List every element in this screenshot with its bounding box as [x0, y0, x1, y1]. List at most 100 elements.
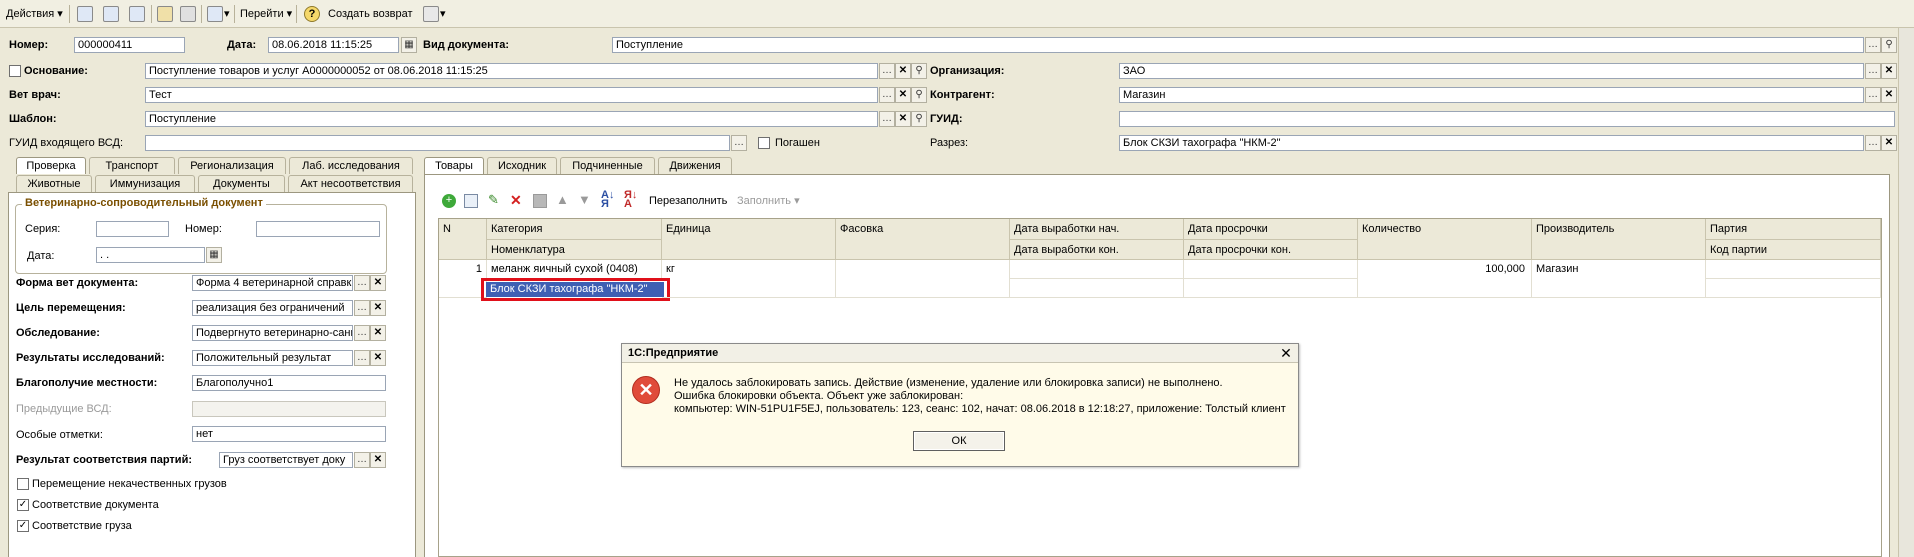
col-header-producer[interactable]: Производитель [1532, 219, 1706, 260]
structure-icon[interactable] [207, 6, 223, 22]
guid-field[interactable] [1119, 111, 1895, 127]
close-icon[interactable]: ✕ [1278, 345, 1294, 361]
match-clear-icon[interactable]: ✕ [370, 452, 386, 468]
form-select-button[interactable]: … [354, 275, 370, 291]
vet-select-button[interactable]: … [879, 87, 895, 103]
table-row-batch[interactable] [1706, 260, 1881, 279]
table-row-n[interactable]: 1 [439, 260, 487, 298]
template-clear-icon[interactable]: ✕ [895, 111, 911, 127]
move-up-icon[interactable]: ▲ [556, 192, 569, 208]
org-select-button[interactable]: … [1865, 63, 1881, 79]
table-row-quantity[interactable]: 100,000 [1358, 260, 1532, 298]
col-header-unit[interactable]: Единица [662, 219, 836, 260]
col-header-prod-date-start[interactable]: Дата выработки нач. [1010, 219, 1184, 240]
move-down-icon[interactable]: ▼ [578, 192, 591, 208]
table-row-packing[interactable] [836, 260, 1010, 298]
section-clear-icon[interactable]: ✕ [1881, 135, 1897, 151]
table-row-producer[interactable]: Магазин [1532, 260, 1706, 298]
goto-menu[interactable]: Перейти ▾ [240, 5, 292, 23]
sort-asc-icon[interactable]: A↓ Я [601, 190, 615, 210]
notes-field[interactable]: нет [192, 426, 386, 442]
number-field[interactable]: 000000411 [74, 37, 185, 53]
refill-button[interactable]: Перезаполнить [649, 194, 727, 208]
delete-icon[interactable]: ✕ [510, 192, 524, 208]
inspection-select-button[interactable]: … [354, 325, 370, 341]
col-header-n[interactable]: N [439, 219, 487, 260]
purpose-field[interactable]: реализация без ограничений [192, 300, 353, 316]
save-icon[interactable] [77, 6, 93, 22]
bad-cargo-checkbox[interactable] [17, 478, 29, 490]
basis-search-icon[interactable]: ⚲ [911, 63, 927, 79]
table-row-expiry-date[interactable] [1184, 260, 1358, 279]
tab-regionalization[interactable]: Регионализация [178, 157, 286, 174]
basis-checkbox[interactable] [9, 65, 21, 77]
structure-dropdown-icon[interactable]: ▾ [224, 5, 230, 23]
print-icon[interactable] [423, 6, 439, 22]
table-row-prod-date-start[interactable] [1010, 260, 1184, 279]
results-select-button[interactable]: … [354, 350, 370, 366]
doc-type-search-icon[interactable]: ⚲ [1881, 37, 1897, 53]
window-scrollbar[interactable] [1898, 28, 1914, 557]
col-header-expiry-date[interactable]: Дата просрочки [1184, 219, 1358, 240]
tab-transport[interactable]: Транспорт [89, 157, 175, 174]
print-dropdown-icon[interactable]: ▾ [440, 5, 446, 23]
doc-match-checkbox[interactable]: ✓ [17, 499, 29, 511]
col-header-nomenclature[interactable]: Номенклатура [487, 240, 662, 260]
tab-check[interactable]: Проверка [16, 157, 86, 174]
basis-select-button[interactable]: … [879, 63, 895, 79]
cargo-match-checkbox[interactable]: ✓ [17, 520, 29, 532]
redeemed-checkbox[interactable] [758, 137, 770, 149]
add-icon[interactable]: + [442, 194, 456, 208]
guid-in-select-button[interactable]: … [731, 135, 747, 151]
post-icon[interactable] [157, 6, 173, 22]
date-field[interactable]: 08.06.2018 11:15:25 [268, 37, 399, 53]
actions-menu[interactable]: Действия ▾ [6, 5, 63, 23]
inspection-clear-icon[interactable]: ✕ [370, 325, 386, 341]
col-header-category[interactable]: Категория [487, 219, 662, 240]
help-icon[interactable]: ? [304, 6, 320, 22]
template-search-icon[interactable]: ⚲ [911, 111, 927, 127]
table-row-category[interactable]: меланж яичный сухой (0408) [487, 260, 662, 279]
tab-nonconformity-act[interactable]: Акт несоответствия [288, 175, 413, 192]
col-header-quantity[interactable]: Количество [1358, 219, 1532, 260]
org-clear-icon[interactable]: ✕ [1881, 63, 1897, 79]
calendar-icon[interactable]: ▦ [401, 37, 417, 53]
vsd-number-field[interactable] [256, 221, 380, 237]
inspection-field[interactable]: Подвергнуто ветеринарно-сани [192, 325, 353, 341]
table-row-unit[interactable]: кг [662, 260, 836, 298]
series-field[interactable] [96, 221, 169, 237]
guid-in-field[interactable] [145, 135, 730, 151]
doc-type-field[interactable]: Поступление [612, 37, 1864, 53]
vsd-date-field[interactable]: . . [96, 247, 205, 263]
locality-field[interactable]: Благополучно1 [192, 375, 386, 391]
col-header-batch[interactable]: Партия [1706, 219, 1881, 240]
results-field[interactable]: Положительный результат [192, 350, 353, 366]
table-row-prod-date-end[interactable] [1010, 279, 1184, 298]
table-row-batch-code[interactable] [1706, 279, 1881, 298]
edit-icon[interactable]: ✎ [488, 192, 502, 208]
match-field[interactable]: Груз соответствует доку [219, 452, 353, 468]
form-field[interactable]: Форма 4 ветеринарной справк [192, 275, 353, 291]
create-return-button[interactable]: Создать возврат [328, 5, 413, 23]
col-header-prod-date-end[interactable]: Дата выработки кон. [1010, 240, 1184, 260]
results-clear-icon[interactable]: ✕ [370, 350, 386, 366]
basis-clear-icon[interactable]: ✕ [895, 63, 911, 79]
basis-field[interactable]: Поступление товаров и услуг А0000000052 … [145, 63, 878, 79]
template-field[interactable]: Поступление [145, 111, 878, 127]
tab-movements[interactable]: Движения [658, 157, 732, 174]
purpose-select-button[interactable]: … [354, 300, 370, 316]
vsd-calendar-icon[interactable]: ▦ [206, 247, 222, 263]
vet-clear-icon[interactable]: ✕ [895, 87, 911, 103]
tab-immunization[interactable]: Иммунизация [95, 175, 195, 192]
tab-documents[interactable]: Документы [198, 175, 285, 192]
table-row-expiry-date-end[interactable] [1184, 279, 1358, 298]
tab-animals[interactable]: Животные [16, 175, 92, 192]
vet-field[interactable]: Тест [145, 87, 878, 103]
form-clear-icon[interactable]: ✕ [370, 275, 386, 291]
purpose-clear-icon[interactable]: ✕ [370, 300, 386, 316]
write-icon[interactable] [103, 6, 119, 22]
refresh-icon[interactable] [129, 6, 145, 22]
vet-search-icon[interactable]: ⚲ [911, 87, 927, 103]
tab-lab-research[interactable]: Лаб. исследования [289, 157, 413, 174]
tab-source[interactable]: Исходник [487, 157, 557, 174]
